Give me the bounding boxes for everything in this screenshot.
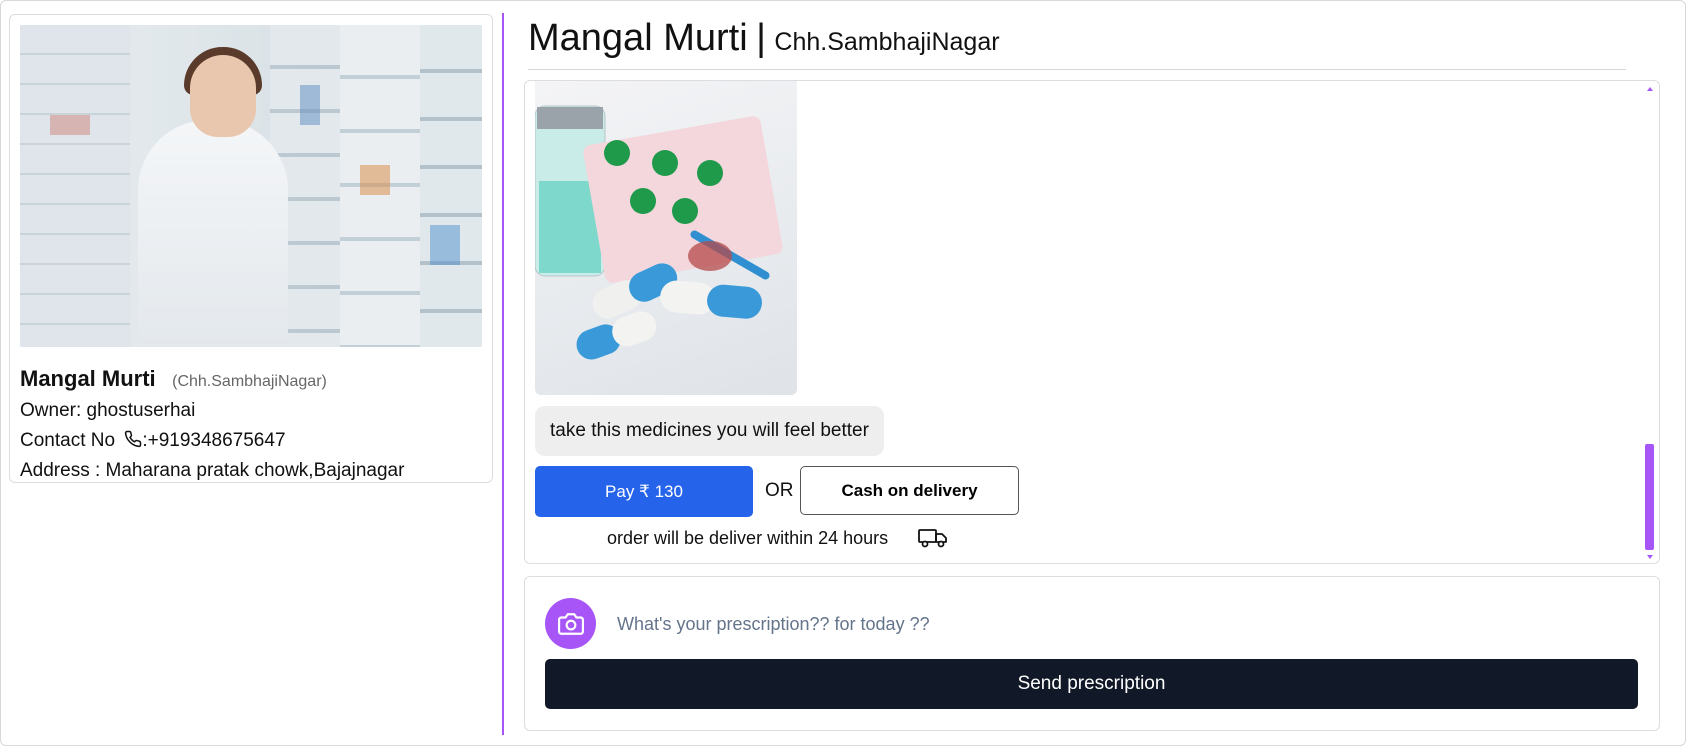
prescription-composer: Send prescription	[524, 576, 1660, 731]
pharmacist-face	[190, 55, 256, 137]
delivery-note: order will be deliver within 24 hours	[607, 528, 889, 548]
chat-store-city: Chh.SambhajiNagar	[774, 28, 1000, 56]
cash-on-delivery-button[interactable]: Cash on delivery	[800, 466, 1019, 515]
header-separator: |	[756, 17, 766, 59]
store-profile-card: Mangal Murti (Chh.SambhajiNagar) Owner: …	[9, 14, 493, 483]
or-label: OR	[765, 480, 794, 501]
app-frame: Mangal Murti (Chh.SambhajiNagar) Owner: …	[0, 0, 1686, 746]
pharmacist-photo	[20, 25, 482, 347]
prescription-input[interactable]	[615, 603, 1519, 645]
medicines-illustration	[535, 105, 783, 360]
camera-upload-button[interactable]	[545, 598, 596, 649]
camera-icon	[545, 611, 596, 637]
store-owner: Owner: ghostuserhai	[20, 400, 196, 421]
panel-divider	[502, 13, 504, 735]
store-address: Address : Maharana pratak chowk,Bajajnag…	[20, 460, 405, 481]
medicines-image	[535, 81, 797, 395]
scroll-down-arrow-icon[interactable]	[1647, 555, 1653, 559]
store-title-line: Mangal Murti (Chh.SambhajiNagar)	[20, 366, 327, 392]
contact-number: :+919348675647	[142, 430, 286, 451]
store-name: Mangal Murti	[20, 366, 156, 391]
send-prescription-button[interactable]: Send prescription	[545, 659, 1638, 709]
chat-header: Mangal Murti | Chh.SambhajiNagar	[528, 17, 1626, 70]
scroll-thumb[interactable]	[1645, 444, 1654, 550]
store-contact: Contact No :+919348675647	[20, 430, 286, 454]
chat-message-bubble: take this medicines you will feel better	[535, 406, 884, 456]
contact-label: Contact No	[20, 430, 116, 451]
pay-button[interactable]: Pay ₹ 130	[535, 466, 753, 517]
phone-icon	[124, 430, 142, 454]
chat-scrollbar[interactable]	[1645, 81, 1657, 563]
store-city: (Chh.SambhajiNagar)	[172, 373, 327, 390]
pharmacist-coat	[138, 120, 288, 347]
chat-store-name: Mangal Murti	[528, 17, 748, 59]
chat-messages[interactable]: take this medicines you will feel better…	[524, 80, 1660, 564]
truck-icon	[918, 527, 948, 554]
scroll-up-arrow-icon[interactable]	[1647, 87, 1653, 91]
